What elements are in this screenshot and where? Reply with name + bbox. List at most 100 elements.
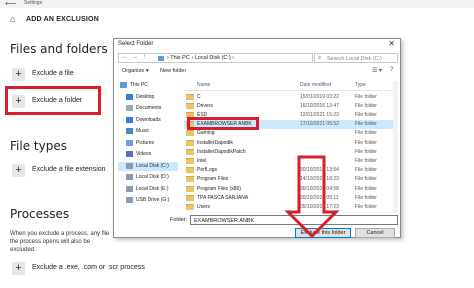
- search-input[interactable]: ⌕ Search Local Disk (C:): [314, 53, 398, 63]
- folder-icon: [186, 148, 194, 155]
- file-name: Drivers: [197, 102, 213, 109]
- up-icon[interactable]: ↑: [143, 54, 146, 60]
- tree-item[interactable]: Local Disk (C:): [118, 161, 178, 171]
- view-options-icon[interactable]: ☰ ▾: [372, 67, 382, 74]
- tree-item-icon: [126, 139, 133, 146]
- file-row[interactable]: Program Files 14/10/2021 18:23 File folder: [184, 175, 398, 184]
- file-type: File folder: [355, 121, 377, 128]
- navigation-tree: This PC Desktop Documents Downloads Music Pic…: [118, 81, 178, 216]
- computer-icon: [158, 56, 164, 61]
- file-date: 20/10/2021 05:11: [300, 194, 339, 201]
- file-row[interactable]: Program Files (x86) 30/10/2021 04:58 File …: [184, 184, 398, 193]
- file-types-heading: File types: [10, 139, 67, 153]
- file-name: TPA PASCA SARJANA: [197, 194, 249, 201]
- column-date-modified[interactable]: Date modified: [300, 82, 331, 88]
- back-arrow-icon[interactable]: ⟵: [5, 0, 16, 8]
- file-type: File folder: [355, 111, 377, 118]
- column-headers: Name Date modified Type: [184, 81, 398, 91]
- organize-button[interactable]: Organize ▾: [122, 68, 149, 74]
- folder-icon: [186, 176, 194, 183]
- tree-item[interactable]: Music: [118, 127, 178, 136]
- page-title: ADD AN EXCLUSION: [26, 16, 99, 23]
- plus-icon: +: [12, 68, 25, 81]
- help-icon[interactable]: ?: [390, 67, 393, 73]
- file-row[interactable]: Intel File folder: [184, 156, 398, 165]
- file-name: C: [197, 93, 201, 100]
- page-header: ⌂ ADD AN EXCLUSION: [0, 13, 474, 27]
- exclude-process-label: Exclude a .exe, .com or .scr process: [32, 264, 145, 271]
- close-icon[interactable]: ✕: [388, 39, 395, 48]
- file-row[interactable]: TPA PASCA SARJANA 20/10/2021 05:11 File fo…: [184, 193, 398, 202]
- tree-item-label: Music: [136, 128, 150, 134]
- file-type: File folder: [355, 176, 377, 183]
- highlight-box-exclude-folder: [5, 86, 101, 115]
- file-date: 30/10/2021 04:58: [300, 185, 339, 192]
- folder-input-value: EXAMBROWSER ANBK: [194, 217, 255, 224]
- file-type: File folder: [355, 157, 377, 164]
- file-date: 15/01/2019 03:22: [300, 93, 339, 100]
- tree-item-icon: [126, 185, 133, 192]
- tree-item-icon: [126, 151, 133, 157]
- file-row[interactable]: Users 05/10/2021 17:23 File folder: [184, 202, 398, 211]
- file-row[interactable]: C 15/01/2019 03:22 File folder: [184, 92, 398, 101]
- tree-item[interactable]: USB Drive (G:): [118, 196, 178, 205]
- tree-item[interactable]: Documents: [118, 104, 178, 113]
- file-date: 16/10/2016 13:47: [300, 102, 339, 109]
- home-icon[interactable]: ⌂: [10, 14, 15, 24]
- tree-item-label: Desktop: [136, 93, 155, 100]
- file-name: Gaming: [197, 130, 215, 137]
- tree-item-label: Pictures: [136, 139, 155, 146]
- file-list: C 15/01/2019 03:22 File folder Drivers 16/10…: [184, 92, 398, 212]
- folder-icon: [186, 93, 194, 100]
- file-row[interactable]: InstallerDapodik File folder: [184, 138, 398, 147]
- tree-item[interactable]: Downloads: [118, 116, 178, 125]
- tree-item[interactable]: Local Disk (E:): [118, 185, 178, 194]
- back-icon[interactable]: ←: [122, 54, 128, 60]
- file-name: InstallerDapodik: [197, 139, 233, 146]
- file-type: File folder: [355, 203, 377, 210]
- tree-item[interactable]: Videos: [118, 150, 178, 159]
- folder-icon: [186, 167, 194, 174]
- tree-item-icon: [120, 82, 127, 88]
- address-bar[interactable]: ← → ↑ › This PC › Local Disk (C:) ›: [118, 53, 313, 63]
- scrollbar[interactable]: [393, 81, 398, 213]
- forward-icon[interactable]: →: [132, 54, 138, 60]
- file-date: 05/10/2021 17:23: [300, 203, 339, 210]
- file-date: 17/10/2021 05:52: [300, 121, 339, 128]
- file-type: File folder: [355, 139, 377, 146]
- dialog-title: Select Folder: [118, 41, 154, 47]
- tree-item-icon: [126, 162, 133, 169]
- folder-icon: [186, 203, 194, 210]
- tree-item-icon: [126, 105, 133, 111]
- new-folder-button[interactable]: New folder: [160, 68, 186, 74]
- tree-item-icon: [126, 128, 133, 134]
- file-row[interactable]: Gaming File folder: [184, 129, 398, 138]
- file-name: PerfLogs: [197, 167, 218, 174]
- exclude-file-label: Exclude a file: [32, 70, 74, 77]
- folder-icon: [186, 194, 194, 201]
- window-title: Settings: [24, 0, 43, 6]
- tree-item[interactable]: This PC: [118, 81, 178, 90]
- column-name[interactable]: Name: [197, 82, 210, 88]
- exclude-this-folder-button[interactable]: Exclude this folder: [295, 228, 351, 238]
- tree-item-label: Local Disk (C:): [136, 162, 169, 169]
- file-row[interactable]: PerfLogs 30/10/2015 13:54 File folder: [184, 166, 398, 175]
- file-row[interactable]: Drivers 16/10/2016 13:47 File folder: [184, 101, 398, 110]
- folder-field-row: Folder: EXAMBROWSER ANBK: [118, 215, 398, 225]
- file-name: InstallerDapodikPatch: [197, 148, 246, 155]
- tree-item[interactable]: Pictures: [118, 139, 178, 148]
- folder-icon: [186, 185, 194, 192]
- tree-item-icon: [126, 116, 133, 123]
- tree-item-icon: [126, 197, 133, 203]
- folder-input[interactable]: EXAMBROWSER ANBK: [190, 215, 398, 225]
- file-row[interactable]: InstallerDapodikPatch File folder: [184, 147, 398, 156]
- folder-icon: [186, 130, 194, 137]
- tree-item[interactable]: Local Disk (D:): [118, 173, 178, 182]
- file-date: 30/10/2015 13:54: [300, 167, 339, 174]
- file-type: File folder: [355, 185, 377, 192]
- column-type[interactable]: Type: [355, 82, 366, 88]
- tree-item[interactable]: Desktop: [118, 93, 178, 102]
- plus-icon: +: [12, 262, 25, 275]
- cancel-button[interactable]: Cancel: [355, 228, 395, 238]
- file-date: 14/10/2021 18:23: [300, 176, 339, 183]
